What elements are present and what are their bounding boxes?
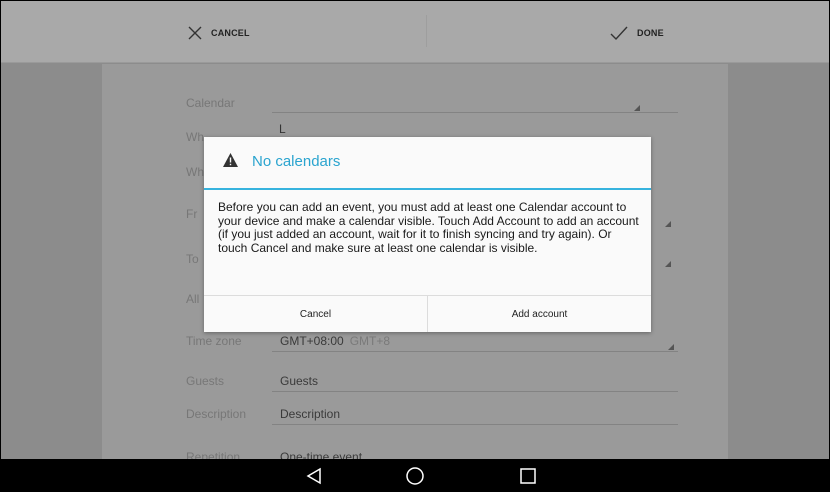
home-icon[interactable] — [404, 465, 426, 487]
to-dropdown-icon[interactable] — [665, 261, 671, 267]
calendar-dropdown-icon[interactable] — [634, 105, 640, 111]
time-zone-name: GMT+8 — [349, 334, 391, 348]
cancel-button[interactable]: CANCEL — [187, 23, 250, 43]
time-zone-offset: GMT+08:00 — [280, 334, 344, 348]
action-bar: CANCEL DONE — [1, 1, 829, 63]
check-icon — [609, 25, 629, 41]
time-zone-label: Time zone — [186, 334, 242, 348]
navigation-bar — [1, 459, 829, 491]
dialog-cancel-button[interactable]: Cancel — [204, 296, 427, 332]
time-zone-underline — [272, 351, 678, 352]
guests-input[interactable]: Guests — [280, 374, 318, 388]
time-zone-row[interactable]: Time zone GMT+08:00 GMT+8 — [102, 328, 728, 358]
dialog-button-bar: Cancel Add account — [204, 295, 651, 332]
time-zone-value[interactable]: GMT+08:00 GMT+8 — [280, 334, 390, 348]
cancel-label: CANCEL — [211, 28, 250, 38]
dialog-title: No calendars — [252, 153, 341, 170]
screen: CANCEL DONE Calendar Wh L Wh Fr To All T… — [0, 0, 830, 492]
add-account-button[interactable]: Add account — [427, 296, 651, 332]
guests-label: Guests — [186, 374, 225, 388]
from-dropdown-icon[interactable] — [665, 221, 671, 227]
from-label: Fr — [186, 207, 198, 221]
no-calendars-dialog: No calendars Before you can add an event… — [204, 137, 651, 332]
dialog-header: No calendars — [204, 137, 651, 188]
dialog-title-divider — [204, 188, 651, 190]
what-label: Wh — [186, 130, 204, 144]
done-label: DONE — [637, 28, 664, 38]
back-icon[interactable] — [303, 465, 325, 487]
action-bar-divider — [426, 15, 427, 47]
description-label: Description — [186, 407, 247, 421]
recents-icon[interactable] — [517, 465, 539, 487]
text-cursor: L — [279, 122, 286, 136]
guests-row[interactable]: Guests Guests — [102, 368, 728, 398]
calendar-underline — [272, 112, 678, 113]
close-icon — [187, 25, 203, 41]
all-day-label: All — [186, 292, 200, 306]
dialog-message: Before you can add an event, you must ad… — [218, 200, 639, 255]
where-label: Wh — [186, 165, 204, 179]
to-label: To — [186, 252, 199, 266]
description-input[interactable]: Description — [280, 407, 340, 421]
time-zone-dropdown-icon[interactable] — [668, 344, 674, 350]
guests-underline — [272, 391, 678, 392]
done-button[interactable]: DONE — [609, 23, 664, 43]
description-row[interactable]: Description Description — [102, 401, 728, 431]
calendar-label: Calendar — [186, 96, 235, 110]
description-underline — [272, 424, 678, 425]
warning-icon — [222, 152, 239, 173]
calendar-row[interactable]: Calendar — [102, 90, 728, 120]
